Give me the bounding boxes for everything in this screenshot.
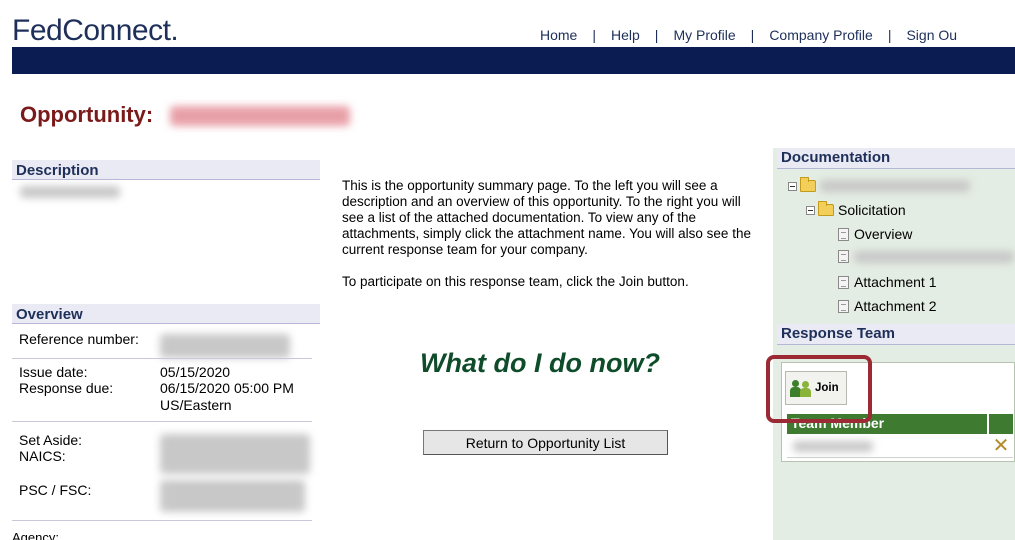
- redacted-folder-name: [820, 180, 970, 192]
- nav-company-profile[interactable]: Company Profile: [769, 27, 873, 43]
- reference-number-label: Reference number:: [19, 331, 139, 347]
- solicitation-label: Solicitation: [838, 202, 906, 218]
- psc-fsc-label: PSC / FSC:: [19, 482, 92, 498]
- remove-member-icon[interactable]: ✕: [990, 435, 1012, 457]
- page-title: Opportunity:: [20, 102, 154, 127]
- tree-doc-attachment-1[interactable]: Attachment 1: [838, 274, 937, 290]
- redacted-reference-number: [160, 334, 290, 358]
- divider: [12, 520, 312, 521]
- tree-doc-overview[interactable]: Overview: [838, 226, 912, 242]
- response-team-header: Response Team: [777, 324, 1015, 345]
- nav-my-profile[interactable]: My Profile: [673, 27, 735, 43]
- document-icon: [838, 299, 849, 313]
- join-instructions-paragraph: To participate on this response team, cl…: [342, 274, 689, 289]
- document-icon: [838, 227, 849, 241]
- issue-date-value: 05/15/2020: [160, 364, 231, 380]
- naics-label: NAICS:: [19, 448, 66, 464]
- nav-sign-out[interactable]: Sign Ou: [906, 27, 957, 43]
- redacted-psc-fsc: [160, 480, 305, 512]
- redacted-set-aside-naics: [160, 434, 310, 474]
- nav-separator: |: [592, 27, 596, 43]
- fedconnect-logo: FedConnect.: [12, 14, 179, 47]
- divider: [12, 358, 312, 359]
- redacted-team-member: [793, 441, 873, 452]
- agency-label: Agency:: [12, 530, 59, 540]
- document-icon: [838, 275, 849, 289]
- response-due-value: 06/15/2020 05:00 PM: [160, 380, 294, 396]
- tree-doc-attachment-2[interactable]: Attachment 2: [838, 298, 937, 314]
- nav-help[interactable]: Help: [611, 27, 640, 43]
- tree-folder-solicitation[interactable]: Solicitation: [806, 201, 906, 218]
- redacted-opportunity-id: [170, 106, 350, 126]
- return-to-opportunity-list-button[interactable]: Return to Opportunity List: [423, 430, 668, 455]
- instructions-text: This is the opportunity summary page. To…: [342, 178, 757, 290]
- attachment-1-link[interactable]: Attachment 1: [854, 274, 937, 290]
- what-do-i-do-now-heading: What do I do now?: [420, 348, 660, 378]
- nav-separator: |: [887, 27, 892, 43]
- overview-header: Overview: [12, 302, 320, 324]
- tree-doc-redacted[interactable]: [838, 250, 1014, 263]
- issue-date-label: Issue date:: [19, 364, 88, 380]
- folder-icon: [818, 201, 834, 216]
- description-header: Description: [12, 158, 320, 180]
- collapse-icon[interactable]: [788, 181, 797, 191]
- documentation-header: Documentation: [777, 148, 1015, 169]
- set-aside-label: Set Aside:: [19, 432, 83, 448]
- nav-separator: |: [654, 27, 659, 43]
- nav-home[interactable]: Home: [540, 27, 577, 43]
- redacted-document-name[interactable]: [854, 250, 1014, 263]
- redacted-description: [20, 186, 120, 198]
- divider: [12, 421, 312, 422]
- header-bar: [12, 47, 1015, 74]
- tree-root-folder[interactable]: [788, 177, 970, 192]
- join-button-highlight: [766, 355, 872, 423]
- collapse-icon[interactable]: [806, 205, 815, 215]
- response-due-label: Response due:: [19, 380, 114, 396]
- table-row: [787, 436, 1013, 458]
- response-due-timezone: US/Eastern: [160, 397, 232, 413]
- document-icon: [838, 250, 849, 263]
- nav-separator: |: [750, 27, 755, 43]
- attachment-2-link[interactable]: Attachment 2: [854, 298, 937, 314]
- overview-doc-link[interactable]: Overview: [854, 226, 912, 242]
- top-nav: Home | Help | My Profile | Company Profi…: [540, 27, 957, 43]
- folder-icon: [800, 177, 816, 192]
- instructions-paragraph: This is the opportunity summary page. To…: [342, 178, 751, 257]
- team-table-header-action: [989, 414, 1013, 434]
